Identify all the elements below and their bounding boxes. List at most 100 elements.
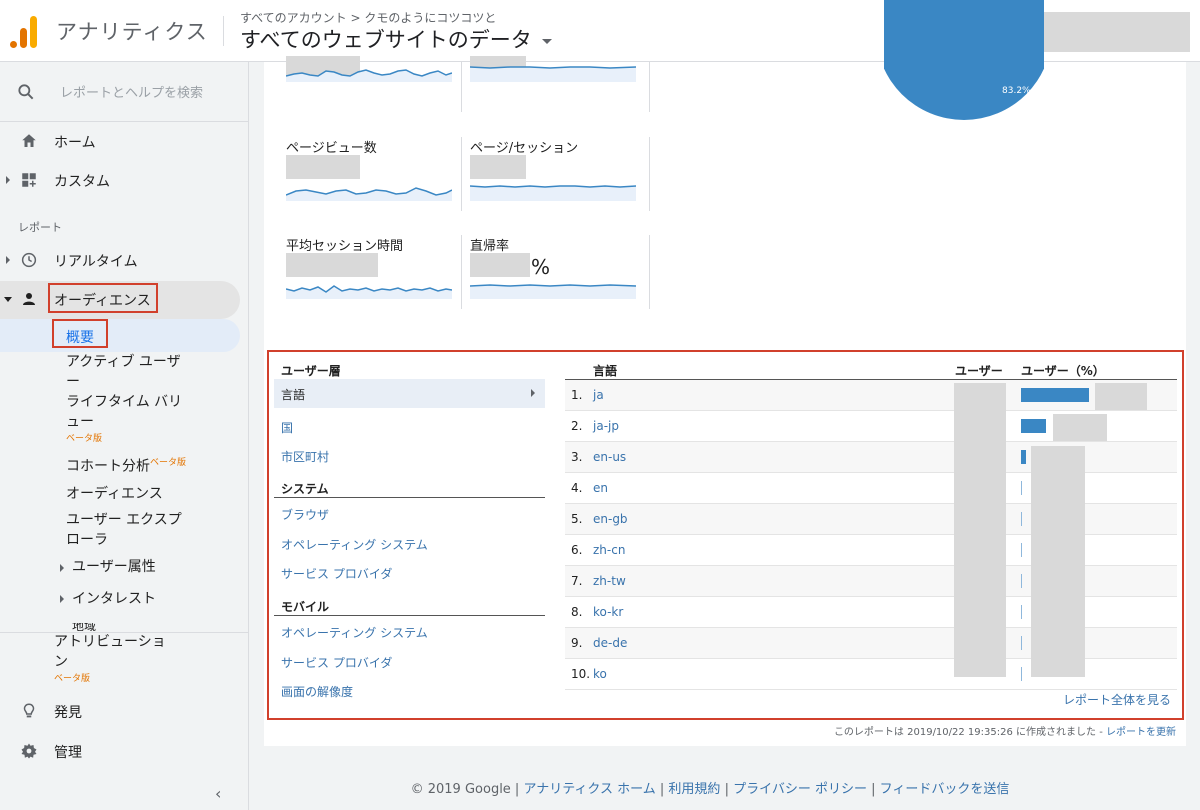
table-row: 1. ja	[565, 380, 1177, 411]
footer-link-home[interactable]: アナリティクス ホーム	[523, 782, 655, 797]
row-number: 6.	[571, 543, 583, 557]
table-row: 8. ko-kr	[565, 597, 1177, 628]
language-code-link[interactable]: en-us	[593, 450, 626, 464]
sidebar-item-home[interactable]: ホーム	[0, 123, 248, 159]
redacted-value	[470, 155, 526, 179]
footer-link-terms[interactable]: 利用規約	[668, 782, 720, 797]
refresh-report-link[interactable]: レポートを更新	[1106, 727, 1176, 738]
sidebar-item-admin[interactable]: 管理	[0, 733, 248, 769]
sidebar-item-active-users[interactable]: アクティブ ユーザー	[66, 352, 181, 392]
search-row[interactable]: レポートとヘルプを検索	[0, 62, 248, 122]
demographics-panel: ユーザー層 言語 国 市区町村 システム ブラウザ オペレーティング システム …	[267, 350, 1184, 720]
section-label-reports: レポート	[18, 221, 62, 234]
language-code-link[interactable]: ko	[593, 667, 607, 681]
redacted-value	[286, 155, 360, 179]
sidebar-item-label: 管理	[54, 745, 82, 761]
collapse-arrow-icon	[4, 297, 12, 302]
metric-divider	[649, 137, 650, 211]
sidebar-item-demographics[interactable]: ユーザー属性	[72, 557, 156, 577]
users-pct-bar	[1021, 636, 1022, 650]
table-row: 6. zh-cn	[565, 535, 1177, 566]
language-code-link[interactable]: zh-tw	[593, 574, 626, 588]
sidebar-item-geo[interactable]: 地域	[72, 623, 96, 631]
sparkline	[470, 284, 636, 299]
analytics-logo-icon[interactable]	[10, 14, 38, 48]
sidebar-item-realtime[interactable]: リアルタイム	[0, 242, 248, 278]
metric-label: 平均セッション時間	[286, 239, 404, 254]
row-number: 1.	[571, 388, 583, 402]
column-header-users-pct: ユーザー（%）	[1021, 364, 1105, 378]
chevron-right-icon	[531, 389, 535, 397]
view-selector[interactable]: すべてのウェブサイトのデータ	[240, 24, 552, 54]
language-code-link[interactable]: en-gb	[593, 512, 628, 526]
metric-divider	[649, 62, 650, 112]
table-row: 5. en-gb	[565, 504, 1177, 535]
language-code-link[interactable]: ja	[593, 388, 604, 402]
sidebar-item-audiences[interactable]: オーディエンス	[66, 484, 163, 504]
table-row: 7. zh-tw	[565, 566, 1177, 597]
beta-badge: ベータ版	[54, 674, 91, 684]
row-number: 10.	[571, 667, 591, 681]
sidebar-item-label: リアルタイム	[54, 254, 138, 270]
users-pct-bar	[1021, 450, 1026, 464]
row-number: 5.	[571, 512, 583, 526]
sparkline	[286, 187, 452, 201]
language-code-link[interactable]: ja-jp	[593, 419, 619, 433]
table-row: 4. en	[565, 473, 1177, 504]
sidebar-item-attribution[interactable]: アトリビューション	[54, 632, 166, 672]
users-pct-bar	[1021, 574, 1022, 588]
language-code-link[interactable]: de-de	[593, 636, 627, 650]
sidebar-item-label: カスタム	[54, 174, 110, 190]
row-number: 4.	[571, 481, 583, 495]
main-content: ページビュー数 ページ/セッション 平均セッション時間 直帰率 % 83.2% …	[264, 0, 1186, 746]
redacted-pct-value	[1053, 414, 1107, 441]
users-pct-bar	[1021, 512, 1022, 526]
sidebar-item-lifetime-value[interactable]: ライフタイム バリ ュー	[66, 392, 182, 432]
sidebar-item-user-explorer[interactable]: ユーザー エクスプ ローラ	[66, 510, 182, 550]
row-number: 7.	[571, 574, 583, 588]
expand-arrow-icon	[60, 564, 64, 572]
users-pct-bar	[1021, 605, 1022, 619]
sidebar-item-discover[interactable]: 発見	[0, 693, 248, 729]
footer-link-privacy[interactable]: プライバシー ポリシー	[733, 782, 867, 797]
sidebar-item-overview[interactable]	[0, 319, 240, 352]
dimension-screen-resolution[interactable]: 画面の解像度	[281, 683, 353, 700]
row-number: 8.	[571, 605, 583, 619]
sparkline	[286, 69, 452, 82]
pie-chart	[884, 0, 1044, 120]
dimension-os[interactable]: オペレーティング システム	[281, 536, 428, 553]
language-code-link[interactable]: zh-cn	[593, 543, 625, 557]
dimension-city[interactable]: 市区町村	[281, 448, 329, 465]
row-number: 3.	[571, 450, 583, 464]
dimension-isp[interactable]: サービス プロバイダ	[281, 565, 392, 582]
sidebar-item-cohort[interactable]: コホート分析ベータ版	[66, 453, 186, 477]
search-icon	[18, 84, 34, 100]
users-pct-bar	[1021, 481, 1022, 495]
table-row: 9. de-de	[565, 628, 1177, 659]
users-pct-bar	[1021, 419, 1046, 433]
row-number: 9.	[571, 636, 583, 650]
language-code-link[interactable]: ko-kr	[593, 605, 623, 619]
footer-link-feedback[interactable]: フィードバックを送信	[880, 782, 1010, 797]
dimension-country[interactable]: 国	[281, 419, 293, 436]
row-number: 2.	[571, 419, 583, 433]
home-icon	[22, 134, 36, 147]
pie-slice	[884, 0, 1044, 120]
table-row: 3. en-us	[565, 442, 1177, 473]
dimension-mobile-os[interactable]: オペレーティング システム	[281, 624, 428, 641]
dimension-browser[interactable]: ブラウザ	[281, 506, 329, 523]
dimension-language-selected[interactable]: 言語	[274, 379, 545, 408]
sidebar-item-label: ホーム	[54, 135, 96, 151]
page-footer: © 2019 Google | アナリティクス ホーム | 利用規約 | プライ…	[410, 782, 1010, 797]
metric-divider	[461, 235, 462, 309]
language-code-link[interactable]: en	[593, 481, 608, 495]
users-pct-bar	[1021, 667, 1022, 681]
view-full-report-link[interactable]: レポート全体を見る	[1063, 691, 1171, 708]
sidebar-item-interests[interactable]: インタレスト	[72, 589, 156, 609]
users-pct-bar	[1021, 543, 1022, 557]
dimension-mobile-isp[interactable]: サービス プロバイダ	[281, 654, 392, 671]
gear-icon	[21, 743, 37, 759]
search-input[interactable]: レポートとヘルプを検索	[60, 82, 203, 101]
column-header-users[interactable]: ユーザー	[955, 362, 1003, 379]
sidebar-item-custom[interactable]: カスタム	[0, 162, 248, 198]
